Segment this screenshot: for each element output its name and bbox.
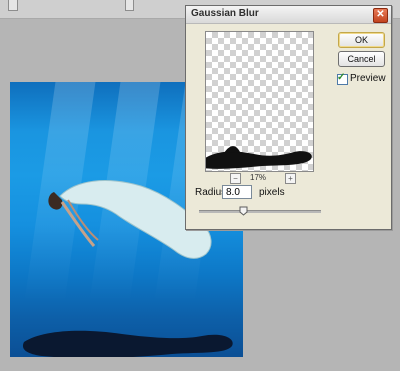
document-tab[interactable] (125, 0, 134, 11)
document-tab[interactable] (8, 0, 18, 11)
zoom-out-icon[interactable]: − (230, 173, 241, 184)
checkmark-icon: ✓ (337, 72, 346, 83)
preview-shadow (206, 146, 312, 169)
blur-preview-pane[interactable] (205, 31, 314, 172)
radius-unit-label: pixels (259, 187, 285, 198)
close-icon[interactable]: ✕ (373, 8, 388, 23)
preview-checkbox[interactable]: ✓ (337, 72, 348, 85)
radius-input[interactable] (222, 185, 252, 199)
dialog-titlebar[interactable]: Gaussian Blur ✕ (186, 6, 391, 24)
preview-label: Preview (350, 73, 386, 84)
zoom-in-icon[interactable]: + (285, 173, 296, 184)
ok-button[interactable]: OK (338, 32, 385, 48)
figure-shadow (23, 330, 233, 357)
dialog-title: Gaussian Blur (191, 8, 259, 19)
zoom-level: 17% (250, 173, 267, 182)
gaussian-blur-dialog: Gaussian Blur ✕ − 17% + OK Cancel ✓ Prev… (185, 5, 392, 230)
slider-thumb-icon[interactable] (239, 206, 248, 216)
cancel-button[interactable]: Cancel (338, 51, 385, 67)
radius-slider-track[interactable] (199, 210, 321, 213)
